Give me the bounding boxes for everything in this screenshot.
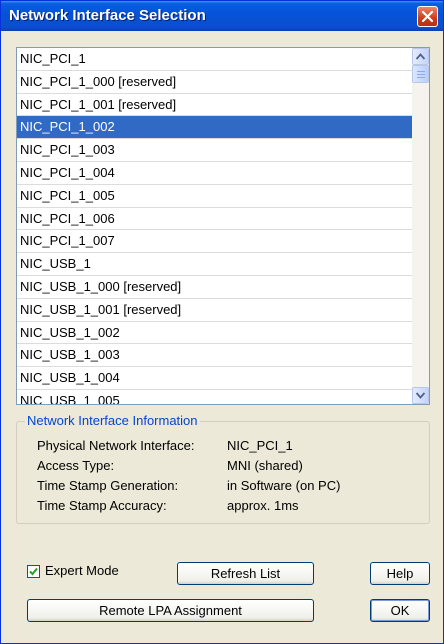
list-item[interactable]: NIC_PCI_1_007 [17,230,412,254]
list-item[interactable]: NIC_USB_1_001 [reserved] [17,299,412,322]
arrow-up-icon [416,53,425,60]
remote-lpa-assignment-button[interactable]: Remote LPA Assignment [27,599,314,622]
refresh-list-button[interactable]: Refresh List [177,562,314,585]
list-item[interactable]: NIC_PCI_1_002 [17,116,412,140]
timestamp-accuracy-label: Time Stamp Accuracy: [37,498,167,513]
dialog-window: Network Interface Selection NIC_PCI_1 NIC… [0,0,444,644]
list-item[interactable]: NIC_PCI_1 [17,48,412,71]
list-item[interactable]: NIC_USB_1 [17,253,412,276]
physical-interface-label: Physical Network Interface: [37,438,195,453]
scrollbar-thumb[interactable] [412,65,429,83]
info-group-legend: Network Interface Information [25,413,200,428]
access-type-value: MNI (shared) [227,458,303,473]
list-item[interactable]: NIC_PCI_1_001 [reserved] [17,94,412,117]
physical-interface-value: NIC_PCI_1 [227,438,293,453]
timestamp-generation-value: in Software (on PC) [227,478,341,493]
list-item[interactable]: NIC_USB_1_004 [17,367,412,390]
close-button[interactable] [417,6,438,27]
list-item[interactable]: NIC_PCI_1_003 [17,139,412,162]
checkmark-icon [29,567,38,576]
timestamp-generation-label: Time Stamp Generation: [37,478,179,493]
timestamp-accuracy-value: approx. 1ms [227,498,299,513]
expert-mode-label[interactable]: Expert Mode [45,563,119,578]
vertical-scrollbar[interactable] [412,48,429,404]
list-item[interactable]: NIC_USB_1_002 [17,322,412,345]
list-item[interactable]: NIC_PCI_1_005 [17,185,412,208]
interface-listbox[interactable]: NIC_PCI_1 NIC_PCI_1_000 [reserved] NIC_PCI… [16,47,430,405]
list-item[interactable]: NIC_USB_1_005 [17,390,412,404]
list-item[interactable]: NIC_USB_1_000 [reserved] [17,276,412,299]
ok-button[interactable]: OK [370,599,430,622]
access-type-label: Access Type: [37,458,115,473]
list-item[interactable]: NIC_USB_1_003 [17,344,412,368]
arrow-down-icon [416,392,425,399]
title-bar[interactable]: Network Interface Selection [1,1,443,31]
interface-list: NIC_PCI_1 NIC_PCI_1_000 [reserved] NIC_PCI… [17,48,412,404]
window-title: Network Interface Selection [9,7,206,24]
scroll-down-button[interactable] [412,387,429,404]
expert-mode-checkbox[interactable] [27,565,40,578]
scroll-up-button[interactable] [412,48,429,65]
list-item[interactable]: NIC_PCI_1_000 [reserved] [17,71,412,94]
list-item[interactable]: NIC_PCI_1_006 [17,208,412,231]
help-button[interactable]: Help [370,562,430,585]
list-item[interactable]: NIC_PCI_1_004 [17,162,412,185]
close-icon [421,10,434,23]
